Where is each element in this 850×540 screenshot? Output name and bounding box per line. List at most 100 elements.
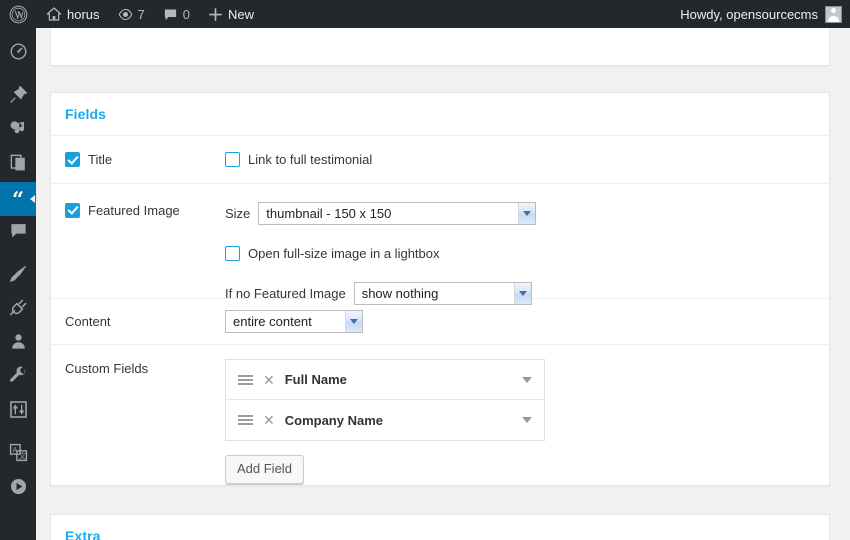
lightbox-checkbox[interactable] [225,245,240,261]
fields-panel: Fields Title Link to full testimonial Fe… [50,92,830,486]
featured-image-size-label: Size [225,205,251,221]
plug-icon [9,298,28,322]
field-row-custom-fields: Custom Fields ✕ Full Name ✕ Company Name [51,345,829,485]
featured-image-checkbox-group[interactable]: Featured Image [65,193,225,218]
admin-bar: horus 7 0 New Howdy, opensourcecms [0,0,850,28]
admin-sidebar: “ A文 [0,28,36,540]
fallback-label: If no Featured Image [225,285,346,301]
sliders-icon [9,400,28,424]
fallback-value: show nothing [361,285,439,301]
custom-fields-label: Custom Fields [65,361,149,376]
comment-bubble-icon [9,221,28,245]
sidebar-item-translate[interactable]: A文 [0,438,36,472]
chevron-down-icon[interactable] [522,417,532,423]
chevron-down-icon [345,311,362,332]
paintbrush-icon [9,264,28,288]
content-label: Content [65,314,111,329]
site-name-button[interactable]: horus [37,0,109,28]
quote-icon: “ [11,186,25,212]
fallback-select[interactable]: show nothing [353,281,532,305]
content-label-col: Content [65,314,225,329]
featured-image-size-value: thumbnail - 150 x 150 [266,205,392,221]
sidebar-group-divider-2 [0,250,36,259]
account-menu[interactable]: Howdy, opensourcecms [680,5,850,23]
sidebar-item-appearance[interactable] [0,259,36,293]
content-select[interactable]: entire content [225,310,363,333]
add-field-button[interactable]: Add Field [225,455,304,485]
custom-field-name: Full Name [284,372,347,387]
link-to-testimonial-label: Link to full testimonial [248,152,373,167]
sidebar-item-plugins[interactable] [0,293,36,327]
sidebar-spacer-top [0,28,36,37]
sidebar-item-testimonials[interactable]: “ [0,182,36,216]
close-x-icon[interactable]: ✕ [263,373,275,387]
custom-fields-editor: ✕ Full Name ✕ Company Name Add Field [225,359,545,485]
sidebar-item-settings[interactable] [0,395,36,429]
custom-field-row[interactable]: ✕ Full Name [226,360,544,400]
howdy-label: Howdy, opensourcecms [680,6,818,22]
play-circle-icon [9,477,28,501]
new-content-button[interactable]: New [199,0,263,28]
link-to-testimonial-group[interactable]: Link to full testimonial [225,152,372,167]
sidebar-group-divider-1 [0,71,36,80]
link-to-testimonial-checkbox[interactable] [225,152,240,167]
chevron-down-icon [513,282,531,304]
featured-image-options: Size thumbnail - 150 x 150 Open full-siz… [225,193,537,313]
sidebar-item-tools[interactable] [0,361,36,395]
media-icon [9,119,28,143]
user-icon [9,332,28,356]
custom-fields-list: ✕ Full Name ✕ Company Name [225,359,545,441]
pages-icon [9,153,28,177]
sidebar-item-player[interactable] [0,472,36,506]
custom-field-row[interactable]: ✕ Company Name [226,400,544,440]
settings-panel-top: Pagination none [50,28,830,66]
updates-button[interactable]: 7 [109,0,154,28]
field-row-title: Title Link to full testimonial [51,136,829,184]
field-row-featured-image: Featured Image Size thumbnail - 150 x 15… [51,184,829,305]
wordpress-logo-icon [9,5,28,24]
featured-image-checkbox[interactable] [65,202,80,218]
sidebar-item-posts[interactable] [0,80,36,114]
featured-image-size-select[interactable]: thumbnail - 150 x 150 [258,201,537,225]
new-content-label: New [228,6,255,22]
sidebar-group-divider-3 [0,429,36,438]
sidebar-item-comments[interactable] [0,216,36,250]
title-label: Title [88,152,113,168]
dashboard-icon [9,42,28,66]
content-select-value: entire content [233,314,312,329]
wrench-icon [9,366,28,390]
fields-panel-title: Fields [51,93,829,136]
comment-bubble-icon [163,7,178,22]
user-avatar-icon [825,5,842,23]
drag-handle-icon[interactable] [238,374,253,385]
title-checkbox-group[interactable]: Title [65,152,225,168]
sidebar-item-pages[interactable] [0,148,36,182]
pin-icon [9,85,28,109]
chevron-down-icon [518,202,536,224]
featured-image-size-line: Size thumbnail - 150 x 150 [225,193,537,233]
wordpress-logo-button[interactable] [0,0,37,28]
translate-icon: A文 [9,443,28,467]
title-checkbox[interactable] [65,152,80,168]
close-x-icon[interactable]: ✕ [263,413,275,427]
sidebar-item-media[interactable] [0,114,36,148]
plus-icon [208,7,223,22]
pagination-row: Pagination none [51,28,829,37]
lightbox-label: Open full-size image in a lightbox [248,245,440,261]
sidebar-item-dashboard[interactable] [0,37,36,71]
comments-count: 0 [182,6,190,22]
chevron-down-icon[interactable] [522,376,532,383]
lightbox-line[interactable]: Open full-size image in a lightbox [225,233,536,273]
home-icon [46,6,62,22]
fallback-line: If no Featured Image show nothing [225,273,536,313]
updates-icon [118,7,133,22]
active-arrow-icon [30,195,35,203]
main-content: Pagination none Fields Title Link to ful… [36,28,850,540]
site-name-label: horus [67,6,100,22]
comments-button[interactable]: 0 [154,0,199,28]
updates-count: 7 [137,6,145,22]
drag-handle-icon[interactable] [238,415,253,425]
extra-panel: Extra [50,514,830,540]
extra-panel-title: Extra [51,515,829,540]
sidebar-item-users[interactable] [0,327,36,361]
